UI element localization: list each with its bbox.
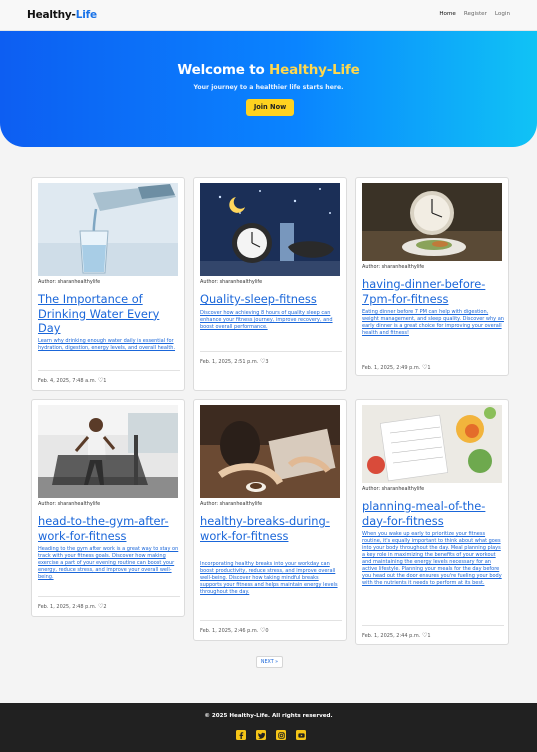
facebook-icon[interactable] (236, 730, 246, 740)
hero-title-accent: Healthy-Life (269, 62, 360, 78)
nav-link-home[interactable]: Home (439, 11, 456, 17)
post-author: Author: sharanhealthylife (38, 501, 101, 507)
post-card: Author: sharanhealthylife The Importance… (31, 177, 185, 391)
nav-link-register[interactable]: Register (464, 11, 487, 17)
brand-text-left: Healthy- (27, 9, 76, 21)
footer: © 2025 Healthy-Life. All rights reserved… (0, 703, 537, 752)
post-likes: 1 (427, 365, 431, 371)
post-description[interactable]: Learn why drinking enough water daily is… (38, 338, 180, 352)
post-title[interactable]: healthy-breaks-during-work-for-fitness (200, 514, 342, 543)
post-author: Author: sharanhealthylife (200, 501, 263, 507)
post-meta: Feb. 1, 2025, 2:48 p.m. ♡2 (38, 596, 180, 610)
work-break-coffee-image[interactable] (200, 405, 340, 498)
post-author: Author: sharanhealthylife (362, 264, 425, 270)
post-card: Author: sharanhealthylife head-to-the-gy… (31, 399, 185, 617)
post-title[interactable]: The Importance of Drinking Water Every D… (38, 292, 180, 336)
post-title[interactable]: having-dinner-before-7pm-for-fitness (362, 277, 504, 306)
twitter-icon[interactable] (256, 730, 266, 740)
water-glass-image[interactable] (38, 183, 178, 276)
hero-subtitle: Your journey to a healthier life starts … (193, 84, 344, 91)
dinner-clock-plate-image[interactable] (362, 183, 502, 261)
nav-links: Home Register Login (439, 11, 510, 17)
post-card: Author: sharanhealthylife Quality-sleep-… (193, 177, 347, 391)
post-description[interactable]: Heading to the gym after work is a great… (38, 546, 180, 581)
post-date: Feb. 1, 2025, 2:44 p.m. (362, 633, 421, 639)
hero-title-prefix: Welcome to (177, 62, 270, 78)
youtube-icon[interactable] (296, 730, 306, 740)
post-date: Feb. 1, 2025, 2:49 p.m. (362, 365, 421, 371)
post-title[interactable]: Quality-sleep-fitness (200, 292, 342, 307)
post-description[interactable]: Discover how achieving 8 hours of qualit… (200, 310, 342, 331)
next-page-button[interactable]: NEXT » (256, 656, 283, 668)
post-meta: Feb. 1, 2025, 2:49 p.m. ♡1 (362, 356, 504, 371)
post-likes: 0 (265, 628, 269, 634)
post-card: Author: sharanhealthylife planning-meal-… (355, 399, 509, 645)
nav-link-login[interactable]: Login (495, 11, 510, 17)
navbar: Healthy-Life Home Register Login (0, 0, 537, 31)
post-card: Author: sharanhealthylife having-dinner-… (355, 177, 509, 376)
meal-planner-image[interactable] (362, 405, 502, 483)
post-author: Author: sharanhealthylife (200, 279, 263, 285)
post-likes: 1 (103, 378, 107, 384)
gym-treadmill-image[interactable] (38, 405, 178, 498)
post-likes: 3 (265, 359, 269, 365)
post-meta: Feb. 4, 2025, 7:48 a.m. ♡1 (38, 370, 180, 384)
post-date: Feb. 1, 2025, 2:46 p.m. (200, 628, 259, 634)
post-likes: 2 (103, 604, 107, 610)
post-date: Feb. 1, 2025, 2:48 p.m. (38, 604, 97, 610)
post-author: Author: sharanhealthylife (38, 279, 101, 285)
post-description[interactable]: Incorporating healthy breaks into your w… (200, 561, 342, 596)
join-now-button[interactable]: Join Now (246, 99, 294, 116)
post-title[interactable]: head-to-the-gym-after-work-for-fitness (38, 514, 180, 543)
post-description[interactable]: When you wake up early to prioritize you… (362, 531, 504, 587)
post-likes: 1 (427, 633, 431, 639)
post-date: Feb. 4, 2025, 7:48 a.m. (38, 378, 97, 384)
hero-title: Welcome to Healthy-Life (0, 62, 537, 78)
brand-text-right: Life (75, 9, 97, 21)
post-meta: Feb. 1, 2025, 2:44 p.m. ♡1 (362, 625, 504, 639)
hero-banner: Welcome to Healthy-Life Your journey to … (0, 31, 537, 147)
social-links (236, 730, 306, 740)
post-title[interactable]: planning-meal-of-the-day-for-fitness (362, 499, 504, 528)
instagram-icon[interactable] (276, 730, 286, 740)
post-meta: Feb. 1, 2025, 2:46 p.m. ♡0 (200, 620, 342, 634)
post-date: Feb. 1, 2025, 2:51 p.m. (200, 359, 259, 365)
post-meta: Feb. 1, 2025, 2:51 p.m. ♡3 (200, 351, 342, 365)
sleep-alarm-clock-image[interactable] (200, 183, 340, 276)
post-author: Author: sharanhealthylife (362, 486, 425, 492)
post-card: Author: sharanhealthylife healthy-breaks… (193, 399, 347, 641)
copyright-text: © 2025 Healthy-Life. All rights reserved… (204, 713, 333, 719)
brand-logo[interactable]: Healthy-Life (27, 9, 97, 21)
post-description[interactable]: Eating dinner before 7 PM can help with … (362, 309, 504, 337)
